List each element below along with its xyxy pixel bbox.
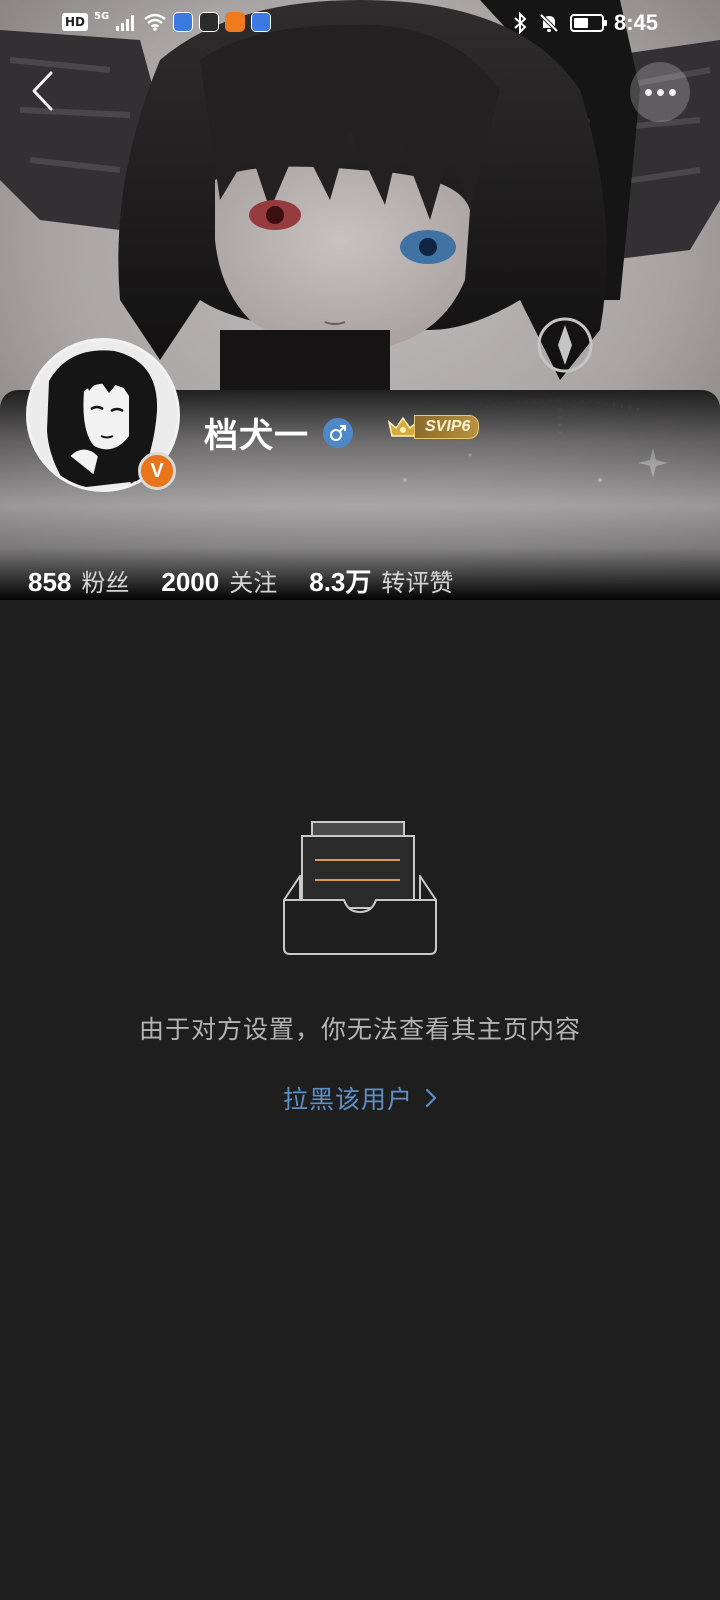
stat-number: 8.3万 — [309, 567, 372, 597]
stat-followers[interactable]: 858 粉丝 — [28, 563, 129, 598]
cover-image — [0, 0, 720, 600]
stat-number: 2000 — [161, 567, 220, 597]
mute-bell-icon — [539, 13, 559, 33]
battery-icon — [569, 14, 607, 32]
signal-icon — [116, 15, 135, 31]
svip-label: SVIP6 — [414, 415, 480, 439]
status-left: HD 5G — [62, 10, 272, 32]
network-type: 5G — [94, 10, 110, 22]
status-right: 8:45 — [512, 10, 658, 36]
more-button[interactable] — [630, 62, 690, 122]
profile-stats: 858 粉丝 2000 关注 8.3万 转评赞 — [28, 562, 485, 599]
battery-level — [573, 18, 589, 28]
browser-app-icon — [173, 12, 194, 32]
empty-drawer-icon — [283, 821, 437, 955]
video-app-icon — [225, 12, 246, 32]
stat-label: 转评赞 — [381, 569, 454, 597]
stat-number: 858 — [28, 567, 72, 597]
user-name: 档犬一 — [204, 416, 309, 456]
stat-following[interactable]: 2000 关注 — [161, 563, 277, 598]
empty-message: 由于对方设置，你无法查看其主页内容 — [138, 1015, 581, 1044]
stat-label: 关注 — [229, 569, 278, 597]
chevron-right-icon — [425, 1088, 437, 1108]
more-dots-icon — [644, 88, 676, 96]
bluetooth-icon — [514, 12, 527, 34]
block-user-label: 拉黑该用户 — [282, 1085, 413, 1114]
back-button[interactable] — [22, 66, 62, 116]
profile-screen: HD 5G 8:45 V 档犬一 SVIP6 858 粉丝 2000 关注 8.… — [0, 0, 720, 1600]
battery-tip — [603, 20, 607, 26]
browser-app-icon — [251, 12, 272, 32]
avatar-container[interactable]: V — [26, 338, 180, 492]
chevron-left-icon — [32, 71, 53, 111]
status-bar: HD 5G 8:45 — [0, 0, 720, 48]
male-icon — [323, 417, 353, 448]
name-row: 档犬一 — [204, 408, 353, 457]
block-user-link[interactable]: 拉黑该用户 — [283, 1080, 437, 1116]
empty-state: 由于对方设置，你无法查看其主页内容 拉黑该用户 — [0, 820, 720, 1116]
hd-badge: HD — [62, 13, 89, 31]
wifi-icon — [144, 13, 166, 31]
stat-label: 粉丝 — [81, 569, 130, 597]
status-time: 8:45 — [613, 10, 658, 35]
stat-interactions[interactable]: 8.3万 转评赞 — [309, 562, 453, 599]
game-app-icon — [199, 12, 220, 32]
svip-badge[interactable]: SVIP6 — [386, 414, 480, 440]
verified-badge-icon: V — [138, 452, 176, 490]
